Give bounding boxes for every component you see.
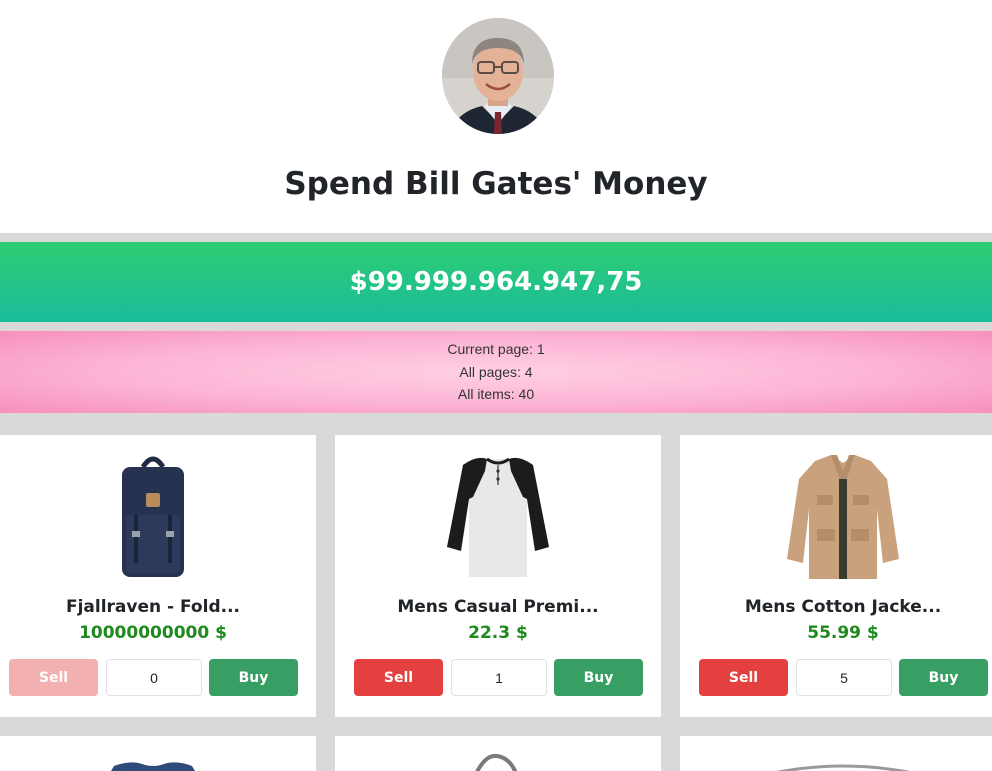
balance-amount: $99.999.964.947,75	[349, 267, 643, 297]
product-image	[335, 449, 661, 584]
tshirt-icon	[111, 762, 195, 771]
quantity-input[interactable]	[451, 659, 547, 696]
bracelet-icon	[475, 753, 518, 771]
raglan-shirt-icon	[447, 457, 549, 577]
product-name: Mens Cotton Jacke...	[744, 597, 942, 617]
cotton-jacket-icon	[787, 455, 899, 579]
ring-icon	[776, 764, 910, 771]
sell-button[interactable]: Sell	[699, 659, 788, 696]
avatar	[442, 18, 554, 134]
pagination-info: Current page: 1 All pages: 4 All items: …	[0, 331, 992, 413]
balance-bar: $99.999.964.947,75	[0, 242, 992, 322]
product-card: Mens Cotton Jacke... 55.99 $ Sell Buy	[680, 435, 992, 717]
buy-button[interactable]: Buy	[899, 659, 988, 696]
quantity-input[interactable]	[106, 659, 202, 696]
page-title: Spend Bill Gates' Money	[284, 166, 708, 202]
product-price: 22.3 $	[468, 623, 528, 643]
product-grid: Fjallraven - Fold... 10000000000 $ Sell …	[0, 413, 992, 771]
divider	[0, 322, 992, 331]
product-card: Fjallraven - Fold... 10000000000 $ Sell …	[0, 435, 316, 717]
backpack-icon	[122, 456, 184, 577]
all-items-label: All items: 40	[457, 386, 535, 403]
product-card	[680, 736, 992, 771]
bill-gates-portrait-icon	[442, 18, 554, 134]
header: Spend Bill Gates' Money	[0, 0, 992, 233]
product-image	[0, 449, 316, 584]
product-price: 55.99 $	[807, 623, 879, 643]
sell-button[interactable]: Sell	[354, 659, 443, 696]
sell-button[interactable]: Sell	[9, 659, 98, 696]
product-name: Mens Casual Premi...	[397, 597, 599, 617]
divider	[0, 233, 992, 242]
all-pages-label: All pages: 4	[459, 363, 533, 380]
product-name: Fjallraven - Fold...	[65, 597, 240, 617]
buy-button[interactable]: Buy	[554, 659, 643, 696]
buy-button[interactable]: Buy	[209, 659, 298, 696]
product-card	[335, 736, 661, 771]
product-price: 10000000000 $	[79, 623, 227, 643]
product-card	[0, 736, 316, 771]
product-image	[680, 449, 992, 584]
product-card: Mens Casual Premi... 22.3 $ Sell Buy	[335, 435, 661, 717]
quantity-input[interactable]	[796, 659, 892, 696]
current-page-label: Current page: 1	[447, 341, 545, 358]
